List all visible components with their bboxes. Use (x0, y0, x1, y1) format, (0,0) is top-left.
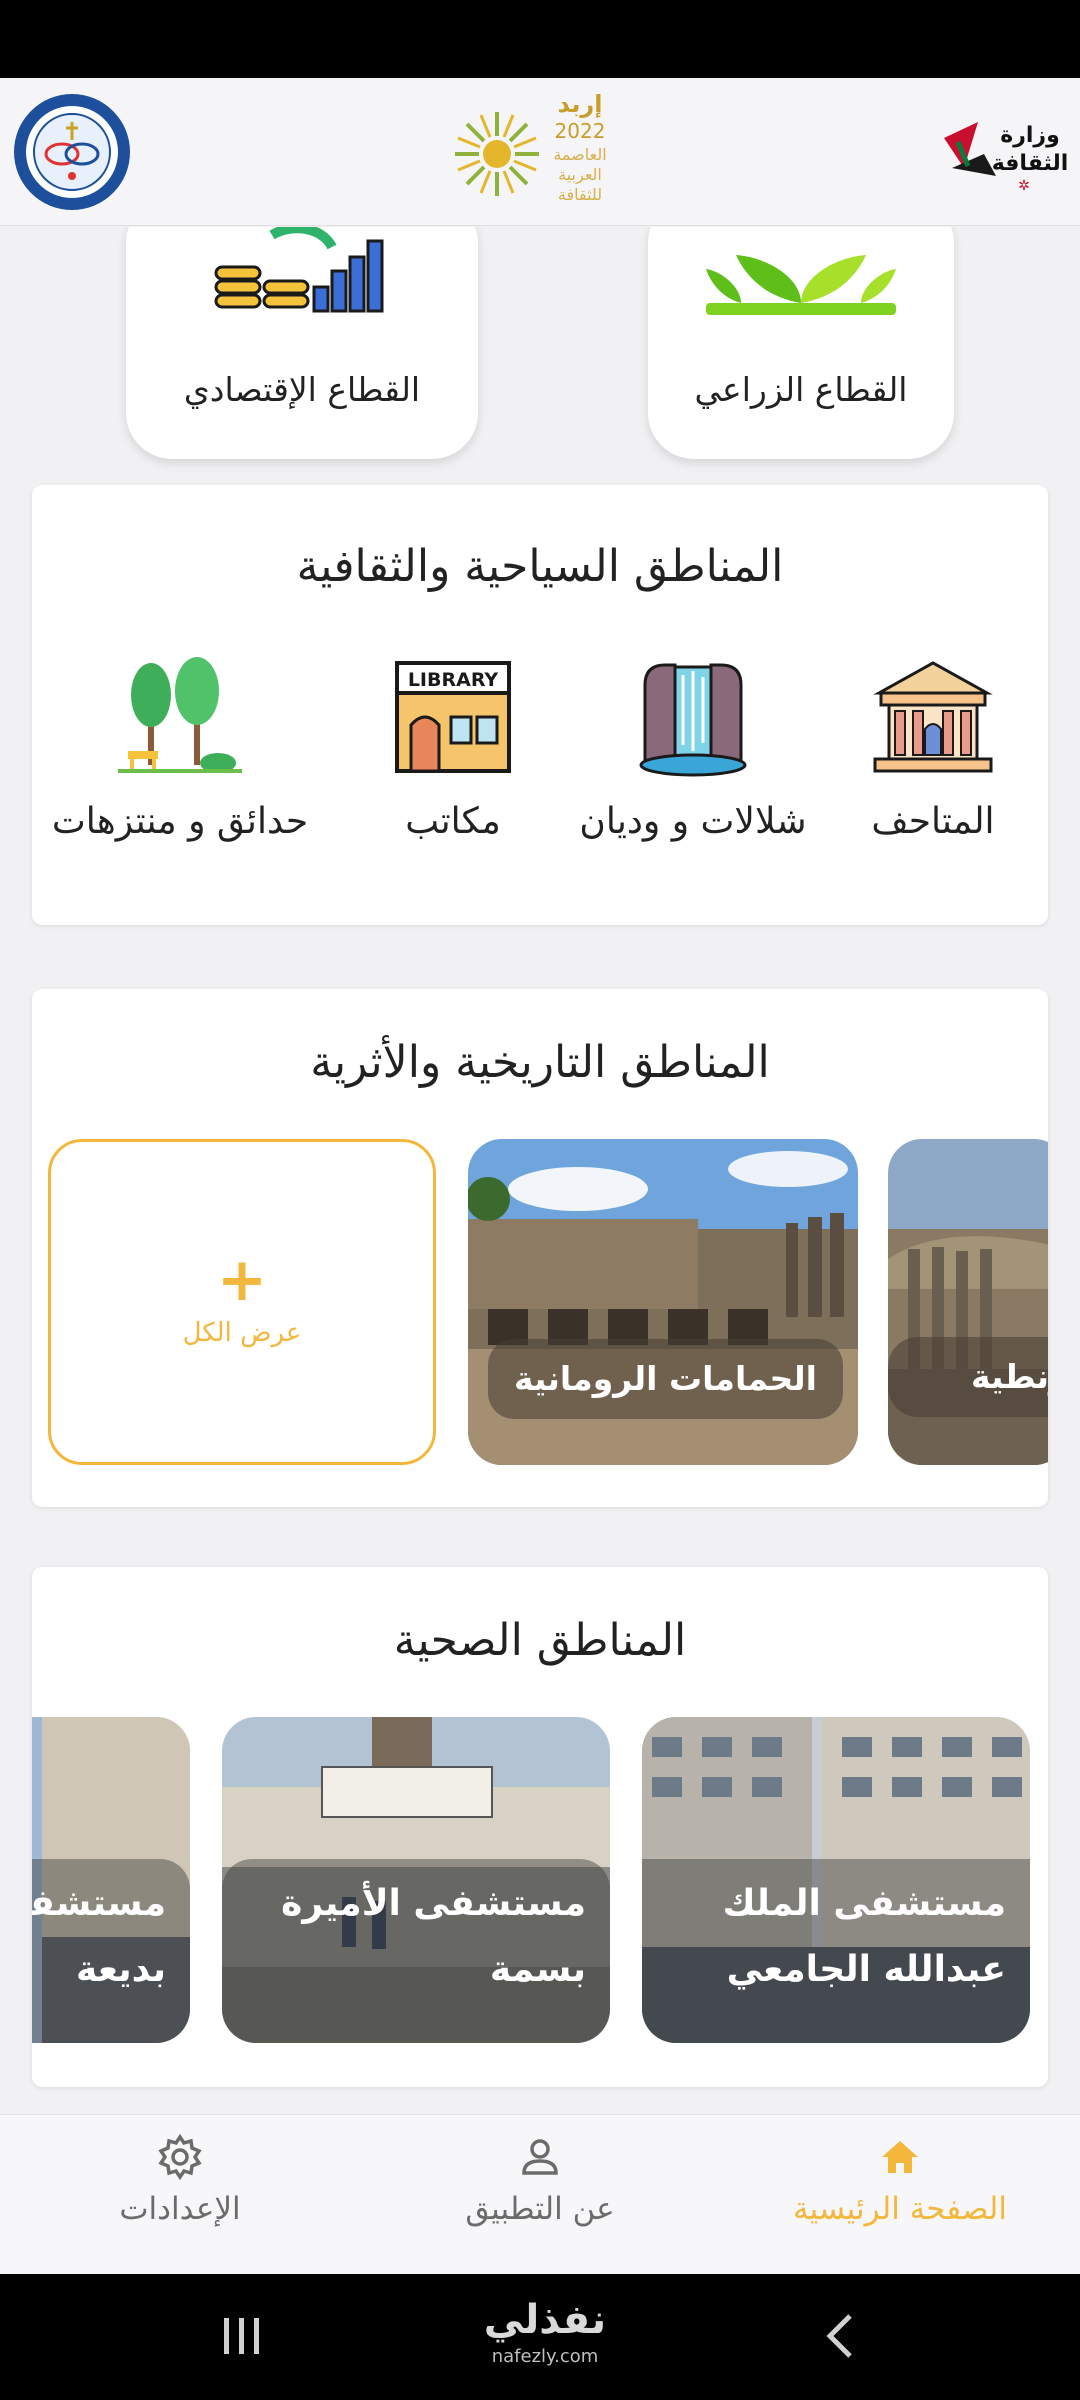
tour-item-label: مكاتب (405, 801, 501, 842)
nav-settings-label: الإعدادات (119, 2191, 241, 2227)
museum-icon (873, 661, 993, 773)
main-content[interactable]: القطاع الزراعي القطاع الإقتصادي المناطق … (0, 227, 1080, 2114)
tour-item-libraries[interactable]: LIBRARY مكاتب (338, 655, 568, 842)
health-card-princess-basma[interactable]: مستشفى الأميرة بسمة (222, 1717, 610, 2043)
irbid-logo-line3: العربية (558, 165, 602, 185)
back-button[interactable] (818, 2312, 866, 2364)
irbid-logo-line4: للثقافة (558, 185, 602, 204)
app-header: إربد 2022 العاصمة العربية للثقافة وزارة … (0, 78, 1080, 226)
tour-item-label: حدائق و منتزهات (51, 801, 309, 842)
nav-about-label: عن التطبيق (465, 2191, 615, 2227)
history-panel: المناطق التاريخية والأثرية زنطية (32, 989, 1048, 1507)
park-trees-icon (118, 657, 242, 773)
nav-home-label: الصفحة الرئيسية (793, 2191, 1007, 2227)
person-icon (522, 2139, 558, 2175)
irbid-logo-word: إربد (558, 90, 603, 118)
coins-chart-icon (212, 227, 392, 321)
history-panel-title: المناطق التاريخية والأثرية (310, 1037, 770, 1088)
waterfall-icon (639, 663, 747, 777)
nav-home[interactable]: الصفحة الرئيسية (720, 2133, 1080, 2227)
view-all-label: عرض الكل (182, 1318, 302, 1348)
health-card-caption: مستشفى بديعة (32, 1859, 190, 2043)
health-card-line1: مستشفى الملك (722, 1883, 1006, 1924)
health-card-caption: مستشفى الملك عبدالله الجامعي (642, 1859, 1030, 2043)
svg-text:✲: ✲ (1018, 178, 1030, 194)
recent-apps-icon (224, 2318, 259, 2354)
health-panel: المناطق الصحية مستشفى الملك عبدالله الجا… (32, 1567, 1048, 2087)
watermark-main: نفذلي (483, 2297, 607, 2343)
history-card-label: الحمامات الرومانية (488, 1339, 843, 1419)
tourism-panel: المناطق السياحية والثقافية المتاحف شلالا… (32, 485, 1048, 925)
health-carousel[interactable]: مستشفى الملك عبدالله الجامعي مستشفى الأم… (32, 1717, 1048, 2043)
tour-item-waterfalls[interactable]: شلالات و وديان (578, 655, 808, 842)
sector-label: القطاع الزراعي (694, 370, 908, 409)
sector-card-economic[interactable]: القطاع الإقتصادي (126, 227, 478, 459)
nav-settings[interactable]: الإعدادات (0, 2133, 360, 2227)
health-card-caption: مستشفى الأميرة بسمة (222, 1859, 610, 2043)
bottom-navigation: الصفحة الرئيسية عن التطبيق الإعدادات (0, 2114, 1080, 2274)
system-navigation-bar: نفذلي nafezly.com (0, 2274, 1080, 2400)
history-carousel[interactable]: زنطية (32, 1139, 1048, 1465)
university-logo (12, 92, 132, 212)
library-icon: LIBRARY (395, 661, 511, 773)
ministry-of-culture-logo: وزارة الثقافة ✲ (938, 108, 1068, 198)
ministry-logo-line1: وزارة (1000, 123, 1060, 148)
tour-item-museums[interactable]: المتاحف (818, 655, 1048, 842)
watermark-sub: nafezly.com (491, 2346, 599, 2367)
recent-apps-button[interactable] (218, 2312, 266, 2364)
history-card-ruins[interactable]: زنطية (888, 1139, 1048, 1465)
tour-item-parks[interactable]: حدائق و منتزهات (38, 655, 322, 842)
view-all-button[interactable]: + عرض الكل (48, 1139, 436, 1465)
nav-about[interactable]: عن التطبيق (360, 2133, 720, 2227)
plant-sprout-icon (706, 237, 896, 321)
tour-item-label: شلالات و وديان (579, 801, 807, 842)
chevron-left-icon (826, 2314, 852, 2358)
ministry-logo-line2: الثقافة (992, 151, 1068, 176)
tourism-panel-title: المناطق السياحية والثقافية (296, 541, 784, 592)
irbid-logo-line2: العاصمة (553, 145, 606, 164)
sector-label: القطاع الإقتصادي (183, 370, 421, 409)
watermark: نفذلي nafezly.com (480, 2294, 610, 2367)
sector-card-agriculture[interactable]: القطاع الزراعي (648, 227, 954, 459)
health-card-line2: بسمة (489, 1949, 586, 1990)
home-icon (882, 2141, 918, 2173)
gear-icon (158, 2133, 202, 2181)
history-card-roman-baths[interactable]: الحمامات الرومانية (468, 1139, 858, 1465)
plus-icon: + (216, 1245, 268, 1315)
health-card-line1: مستشفى الأميرة (281, 1883, 586, 1924)
health-card-badia[interactable]: مستشفى بديعة (32, 1717, 190, 2043)
library-sign-text: LIBRARY (408, 669, 499, 691)
tour-item-label: المتاحف (871, 801, 995, 842)
health-card-line2: عبدالله الجامعي (726, 1949, 1006, 1990)
irbid-logo-year: 2022 (555, 119, 606, 143)
history-card-label: زنطية (888, 1337, 1048, 1417)
health-panel-title: المناطق الصحية (393, 1615, 687, 1666)
health-card-line1: مستشفى (32, 1883, 166, 1924)
health-card-line2: بديعة (76, 1949, 166, 1990)
irbid-2022-logo: إربد 2022 العاصمة العربية للثقافة (452, 86, 622, 216)
health-card-king-abdullah[interactable]: مستشفى الملك عبدالله الجامعي (642, 1717, 1030, 2043)
status-bar (0, 0, 1080, 78)
